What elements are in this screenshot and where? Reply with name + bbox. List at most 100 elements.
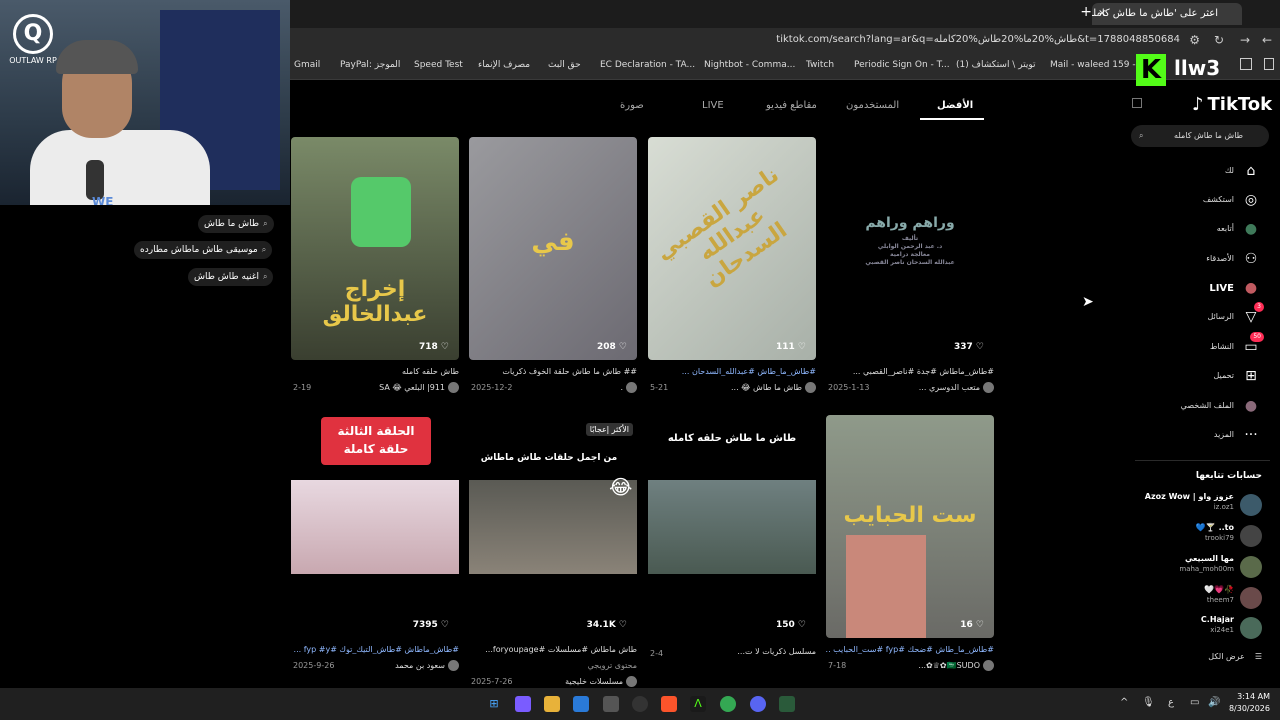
video-caption[interactable]: #طاش_ماطاش #جدة #ناصر_القصبي ... — [826, 367, 994, 376]
video-caption[interactable]: #طاش_ماطاش #طاش_التيك_توك #fyp #y ... — [291, 645, 459, 654]
author-avatar[interactable] — [983, 382, 994, 393]
followed-account[interactable]: 🥀💗🤍 theem7 — [1132, 585, 1262, 611]
tab-top[interactable]: الأفضل — [937, 100, 973, 111]
video-author[interactable]: طاش ما طاش 😂 ... — [731, 383, 802, 392]
search-icon[interactable]: ⌕ — [1139, 125, 1143, 147]
obs-icon[interactable] — [632, 696, 648, 712]
chrome-icon[interactable] — [720, 696, 736, 712]
file-explorer-icon[interactable] — [544, 696, 560, 712]
video-caption[interactable]: مسلسل ذكريات لا ت... — [648, 647, 816, 656]
author-avatar[interactable] — [448, 382, 459, 393]
video-thumbnail[interactable]: ست الحبايب 16 ♡ — [826, 415, 994, 638]
network-icon[interactable]: ▭ — [1190, 697, 1199, 708]
nav-explore[interactable]: ◎ استكشف — [1124, 191, 1264, 213]
nav-live[interactable]: ● LIVE — [1124, 279, 1264, 301]
app-icon[interactable]: Λ — [690, 696, 706, 712]
tray-overflow-icon[interactable]: ^ — [1120, 697, 1128, 708]
excel-icon[interactable] — [779, 696, 795, 712]
streamer-headphones — [56, 40, 138, 74]
brave-icon[interactable] — [661, 696, 677, 712]
nav-activity[interactable]: ▭ 50 النشاط — [1124, 332, 1264, 360]
copilot-icon[interactable] — [515, 696, 531, 712]
video-thumbnail[interactable]: الحلقة الثالثة حلقة كاملة 7395 ♡ — [291, 415, 459, 638]
author-avatar[interactable] — [626, 382, 637, 393]
author-avatar[interactable] — [448, 660, 459, 671]
tiktok-logo[interactable]: ♪ TikTok — [1192, 94, 1272, 115]
collapse-sidebar-icon[interactable] — [1132, 98, 1142, 108]
bookmark-item[interactable]: حق البث — [548, 60, 581, 70]
store-icon[interactable] — [573, 696, 589, 712]
bookmark-item[interactable]: تويتر \ استكشاف (1) — [956, 60, 1036, 70]
video-thumbnail[interactable]: ناصر القصبي عبدالله السدحان 111 ♡ — [648, 137, 816, 360]
video-thumbnail[interactable]: في 208 ♡ — [469, 137, 637, 360]
video-thumbnail[interactable]: إخراج عبدالخالق 718 ♡ — [291, 137, 459, 360]
site-settings-icon[interactable]: ⚙ — [1189, 33, 1200, 47]
bookmark-item[interactable]: PayPal: الموجز — [340, 60, 400, 70]
video-author[interactable]: 911| البلعي 😂 SA — [379, 383, 445, 392]
followed-account[interactable]: مها السبيعي maha_moh00m — [1132, 554, 1262, 580]
tab-close-icon[interactable]: × — [1098, 3, 1106, 25]
video-caption[interactable]: طاش ماطاش #مسلسلات #foryoupage... — [469, 645, 637, 654]
system-clock[interactable]: 3:14 AM 8/30/2026 — [1229, 691, 1270, 715]
back-icon[interactable]: ← — [1262, 33, 1272, 47]
volume-icon[interactable]: 🔊 — [1208, 697, 1220, 708]
video-author[interactable]: مسلسلات خليجية — [565, 677, 623, 686]
video-caption[interactable]: #طاش_ما_طاش #ضحك #fyp #ست_الحبايب ... — [826, 645, 994, 654]
video-caption[interactable]: ## طاش ما طاش حلقة الخوف ذكريات — [469, 367, 637, 376]
video-caption[interactable]: #طاش_ما_طاش #عبدالله_السدحان ... — [648, 367, 816, 376]
author-avatar[interactable] — [626, 676, 637, 687]
followed-account[interactable]: عزوز واو | Azoz Wow iz.oz1 — [1132, 492, 1262, 518]
video-thumbnail[interactable]: الأكثر إعجابًا من اجمل حلقات طاش ماطاش 😂… — [469, 415, 637, 638]
followed-account[interactable]: to.. 🍸💙 trooki79 — [1132, 523, 1262, 549]
video-author[interactable]: سعود بن محمد — [395, 661, 445, 670]
bookmark-item[interactable]: EC Declaration - TA... — [600, 60, 695, 70]
nav-for-you[interactable]: ⌂ لك — [1124, 162, 1264, 184]
nav-profile[interactable]: ● الملف الشخصي — [1124, 397, 1264, 419]
nav-more[interactable]: ··· المزيد — [1124, 426, 1264, 448]
bookmark-item[interactable]: Periodic Sign On - T... — [854, 60, 950, 70]
search-suggestion[interactable]: ⌕طاش ما طاش — [198, 215, 274, 233]
tab-users[interactable]: المستخدمون — [846, 100, 899, 111]
author-avatar[interactable] — [805, 382, 816, 393]
sidebar-panel-icon[interactable] — [1264, 58, 1274, 70]
bookmark-item[interactable]: Nightbot - Comma... — [704, 60, 795, 70]
microphone-icon[interactable]: 🎙 — [1142, 697, 1155, 708]
search-suggestion[interactable]: ⌕اغنيه طاش طاش — [188, 268, 274, 286]
bookmark-item[interactable]: Twitch — [806, 60, 834, 70]
video-author[interactable]: . — [620, 383, 623, 392]
reload-icon[interactable]: ↻ — [1214, 33, 1224, 47]
url-field[interactable]: tiktok.com/search?lang=ar&q=طاش%20ما%20ط… — [776, 34, 1180, 45]
search-suggestion[interactable]: ⌕موسيقى طاش ماطاش مطارده — [134, 241, 273, 259]
bookmark-item[interactable]: مصرف الإنماء — [478, 60, 530, 70]
nav-following[interactable]: ● أتابعه — [1124, 220, 1264, 242]
calculator-icon[interactable] — [603, 696, 619, 712]
nav-upload[interactable]: ⊞ تحميل — [1124, 367, 1264, 389]
video-caption[interactable]: طاش حلقه كامله — [291, 367, 459, 376]
windows-start-icon[interactable]: ⊞ — [486, 696, 502, 712]
bookmark-item[interactable]: Mail - waleed 159 -... — [1050, 60, 1144, 70]
account-handle: theem7 — [1206, 596, 1234, 604]
search-input[interactable]: طاش ما طاش كامله ⌕ — [1131, 125, 1269, 147]
tab-photos[interactable]: صورة — [620, 100, 644, 111]
nav-friends[interactable]: ⚇ الأصدقاء — [1124, 250, 1264, 272]
tab-videos[interactable]: مقاطع فيديو — [766, 100, 817, 111]
browser-tab-active[interactable]: اعثر على 'طاش ما طاش كامله' ع × — [1092, 3, 1242, 25]
account-handle: xi24e1 — [1210, 626, 1234, 634]
bookmark-item[interactable]: Speed Test — [414, 60, 463, 70]
tab-live[interactable]: LIVE — [702, 100, 724, 111]
discord-icon[interactable] — [750, 696, 766, 712]
see-all-link[interactable]: عرض الكل ☰ — [1208, 652, 1262, 661]
video-author[interactable]: 🇸🇦SUDO✿♕✿... — [918, 661, 980, 670]
video-author[interactable]: متعب الدوسري ... — [919, 383, 980, 392]
new-tab-button[interactable]: + — [1080, 4, 1092, 20]
bookmark-item[interactable]: Gmail — [294, 60, 320, 70]
more-icon: ··· — [1244, 427, 1258, 443]
followed-account[interactable]: C.Hajar xi24e1 — [1132, 615, 1262, 641]
author-avatar[interactable] — [983, 660, 994, 671]
extensions-icon[interactable] — [1240, 58, 1252, 70]
language-indicator[interactable]: ع — [1168, 697, 1174, 708]
video-thumbnail[interactable]: وراهم وراهم تأليف د. عبد الرحمن الوابلي … — [826, 137, 994, 360]
forward-icon[interactable]: → — [1240, 33, 1250, 47]
video-thumbnail[interactable]: طاش ما طاش حلقه كامله 150 ♡ — [648, 415, 816, 638]
nav-messages[interactable]: ▽ 3 الرسائل — [1124, 302, 1264, 330]
